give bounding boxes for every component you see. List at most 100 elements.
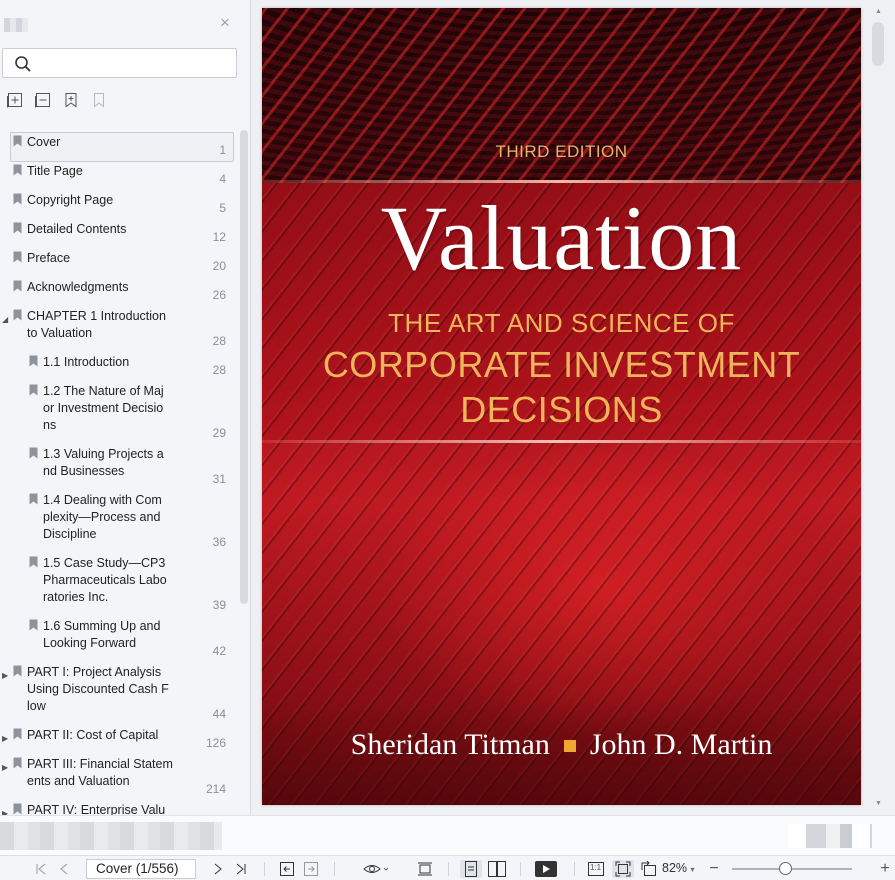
- bookmark-icon: [13, 803, 22, 815]
- blurred-region: [788, 824, 872, 848]
- toc-item-page: 214: [205, 782, 226, 796]
- zoom-slider[interactable]: [732, 868, 852, 870]
- cover-edition: THIRD EDITION: [495, 142, 628, 161]
- toc-item-page: 31: [212, 472, 226, 486]
- bookmark-icon: [13, 251, 22, 263]
- outline-scroll-thumb[interactable]: [240, 130, 248, 604]
- collapsed-arrow-icon[interactable]: ▶: [2, 667, 8, 684]
- cover-title: Valuation: [380, 187, 743, 289]
- toc-item-label: Detailed Contents: [27, 222, 127, 236]
- bookmark-icon: [13, 193, 22, 205]
- bookmark-icon: [13, 665, 22, 677]
- toc-item-label: Cover: [27, 135, 61, 149]
- fit-page-icon[interactable]: [612, 860, 634, 878]
- collapsed-arrow-icon[interactable]: ▶: [2, 805, 8, 815]
- author-2: John D. Martin: [589, 728, 773, 761]
- single-page-icon[interactable]: [460, 860, 482, 878]
- toc-item-label: PART IV: Enterprise Valu: [27, 803, 166, 815]
- toc-item[interactable]: 1.1 Introduction 28: [0, 354, 238, 383]
- search-icon: [15, 56, 31, 72]
- document-scroll-thumb[interactable]: [872, 22, 884, 66]
- expand-all-icon[interactable]: [6, 91, 24, 109]
- next-page-icon[interactable]: [210, 860, 226, 878]
- toc-item[interactable]: ▶ PART I: Project Analysis Using Discount…: [0, 664, 238, 727]
- rotate-icon[interactable]: [640, 860, 658, 878]
- collapsed-arrow-icon[interactable]: ▶: [2, 730, 8, 747]
- two-page-icon[interactable]: [486, 860, 508, 878]
- toc-item[interactable]: 1.4 Dealing with Com plexity—Process and…: [0, 492, 238, 555]
- bookmark-icon: [29, 493, 38, 505]
- collapse-all-icon[interactable]: [34, 91, 52, 109]
- page-number-input[interactable]: Cover (1/556): [86, 859, 196, 879]
- bookmark-icon: [29, 556, 38, 568]
- toc-item-page: 5: [219, 201, 226, 215]
- last-page-icon[interactable]: [232, 860, 250, 878]
- toc-item[interactable]: 1.6 Summing Up and Looking Forward 42: [0, 618, 238, 664]
- toc-item[interactable]: Detailed Contents 12: [0, 221, 238, 250]
- sidebar-header: ×: [0, 0, 251, 46]
- search-input[interactable]: [37, 53, 229, 73]
- outline-toolbar: [6, 91, 108, 111]
- actual-size-icon[interactable]: 1:1: [586, 860, 606, 878]
- blurred-region: [0, 822, 222, 850]
- toc-item[interactable]: Cover 1: [0, 132, 238, 163]
- toc-item-page: 20: [212, 259, 226, 273]
- bookmark-icon: [13, 280, 22, 292]
- cover-authors: Sheridan Titman John D. Martin: [262, 728, 861, 762]
- toc-item-label: Acknowledgments: [27, 280, 129, 294]
- cover-subtitle-line-1: THE ART AND SCIENCE OF: [388, 308, 735, 338]
- toc-item[interactable]: 1.5 Case Study—CP3 Pharmaceuticals Labo …: [0, 555, 238, 618]
- add-bookmark-icon[interactable]: [62, 91, 80, 109]
- toc-item-page: 28: [212, 334, 226, 348]
- collapsed-arrow-icon[interactable]: ▶: [2, 759, 8, 776]
- bookmark-icon: [29, 447, 38, 459]
- toc-item[interactable]: ▶ PART III: Financial Statem ents and Val…: [0, 756, 238, 802]
- toc-item-label: Title Page: [27, 164, 83, 178]
- zoom-in-icon[interactable]: +: [878, 860, 892, 878]
- toc-item[interactable]: Title Page 4: [0, 163, 238, 192]
- toc-item[interactable]: Acknowledgments 26: [0, 279, 238, 308]
- zoom-slider-knob[interactable]: [779, 862, 792, 875]
- cover-rule-bottom: [262, 440, 861, 443]
- forward-icon[interactable]: [302, 860, 320, 878]
- toc-item[interactable]: 1.3 Valuing Projects a nd Businesses 31: [0, 446, 238, 492]
- toc-item-label: 1.4 Dealing with Com plexity—Process and…: [43, 493, 162, 541]
- toc-item-label: Preface: [27, 251, 71, 265]
- bookmark-icon: [13, 135, 22, 147]
- zoom-out-icon[interactable]: −: [706, 860, 722, 878]
- cover-subtitle-line-2: CORPORATE INVESTMENT: [322, 344, 801, 385]
- expanded-arrow-icon[interactable]: ◢: [2, 311, 8, 328]
- toc-item-label: 1.2 The Nature of Maj or Investment Deci…: [43, 384, 164, 432]
- toc-item-page: 12: [212, 230, 226, 244]
- toc-item-page: 126: [205, 736, 226, 750]
- toc-item-label: 1.3 Valuing Projects a nd Businesses: [43, 447, 164, 478]
- outline-sidebar: × Cover 1 Title Page 4 Copyright Page 5 Detail…: [0, 0, 251, 815]
- toc-item-page: 28: [212, 363, 226, 377]
- bookmark-icon: [13, 728, 22, 740]
- toc-item[interactable]: ▶ PART II: Cost of Capital 126: [0, 727, 238, 756]
- close-icon[interactable]: ×: [216, 14, 234, 32]
- toc-item[interactable]: Preface 20: [0, 250, 238, 279]
- toc-item[interactable]: Copyright Page 5: [0, 192, 238, 221]
- scroll-down-arrow-icon[interactable]: ▼: [875, 800, 882, 807]
- toc-item-page: 36: [212, 535, 226, 549]
- outline-search[interactable]: [2, 48, 237, 78]
- toc-item[interactable]: ◢ CHAPTER 1 Introduction to Valuation 28: [0, 308, 238, 354]
- first-page-icon[interactable]: [32, 860, 50, 878]
- previous-page-icon[interactable]: [56, 860, 72, 878]
- play-slideshow-icon[interactable]: [534, 860, 558, 878]
- bookmark-outline-icon[interactable]: [90, 91, 108, 109]
- toc-item[interactable]: 1.2 The Nature of Maj or Investment Deci…: [0, 383, 238, 446]
- chevron-down-icon: ▾: [690, 865, 695, 874]
- eye-protection-icon[interactable]: [362, 860, 390, 878]
- zoom-level[interactable]: 82% ▾: [662, 861, 695, 875]
- toc-item-page: 26: [212, 288, 226, 302]
- toc-item-page: 4: [219, 172, 226, 186]
- sidebar-logo: [4, 18, 28, 32]
- bookmark-icon: [13, 309, 22, 321]
- toc-item[interactable]: ▶ PART IV: Enterprise Valu: [0, 802, 238, 815]
- fit-width-icon[interactable]: [416, 860, 434, 878]
- scroll-up-arrow-icon[interactable]: ▲: [875, 8, 882, 15]
- back-icon[interactable]: [278, 860, 296, 878]
- bookmark-icon: [29, 619, 38, 631]
